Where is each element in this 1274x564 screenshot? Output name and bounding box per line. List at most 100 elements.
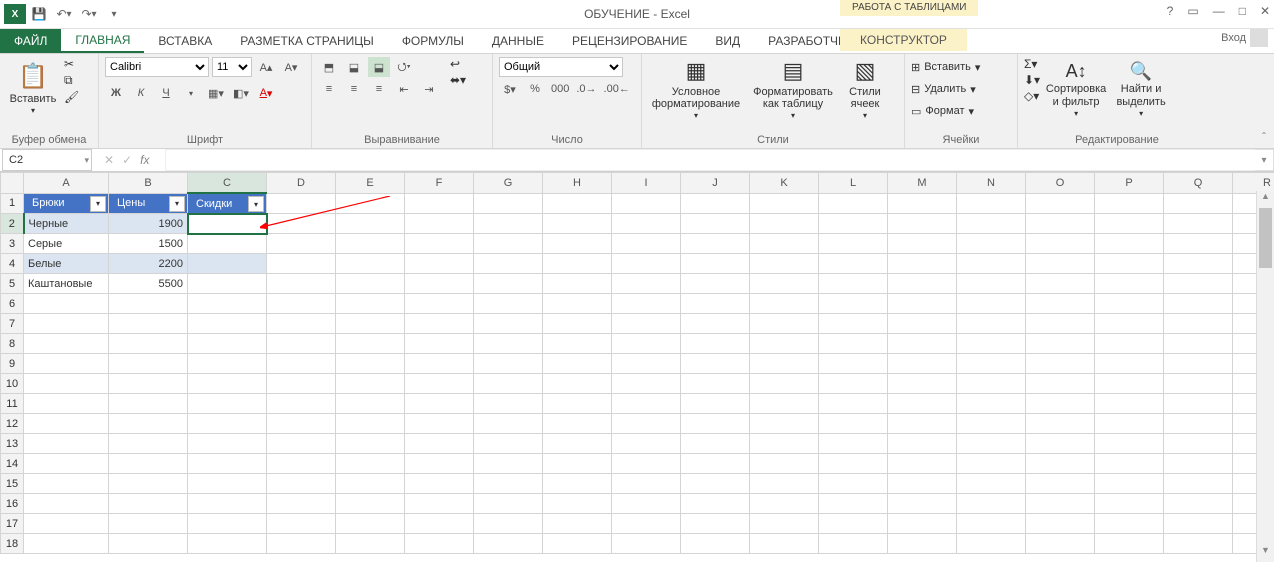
cell-O12[interactable]: [1026, 414, 1095, 434]
find-select-button[interactable]: 🔍 Найти и выделить▾: [1112, 57, 1170, 123]
excel-app-icon[interactable]: X: [4, 4, 26, 24]
cell-H13[interactable]: [543, 434, 612, 454]
cell-Q17[interactable]: [1164, 514, 1233, 534]
paste-button[interactable]: 📋 Вставить ▾: [6, 57, 60, 123]
copy-icon[interactable]: ⧉: [64, 73, 79, 88]
row-header-12[interactable]: 12: [1, 414, 24, 434]
row-header-7[interactable]: 7: [1, 314, 24, 334]
font-size-select[interactable]: 11: [212, 57, 252, 77]
cell-I8[interactable]: [612, 334, 681, 354]
col-header-J[interactable]: J: [681, 173, 750, 194]
cell-F13[interactable]: [405, 434, 474, 454]
cell-C18[interactable]: [188, 534, 267, 554]
cell-P6[interactable]: [1095, 294, 1164, 314]
cell-B11[interactable]: [109, 394, 188, 414]
cell-E6[interactable]: [336, 294, 405, 314]
cell-Q8[interactable]: [1164, 334, 1233, 354]
cell-D9[interactable]: [267, 354, 336, 374]
cell-J14[interactable]: [681, 454, 750, 474]
cell-L14[interactable]: [819, 454, 888, 474]
cell-M8[interactable]: [888, 334, 957, 354]
cell-E16[interactable]: [336, 494, 405, 514]
cell-A15[interactable]: [24, 474, 109, 494]
cell-J1[interactable]: [681, 193, 750, 214]
cell-I18[interactable]: [612, 534, 681, 554]
row-header-11[interactable]: 11: [1, 394, 24, 414]
cell-G5[interactable]: [474, 274, 543, 294]
cell-C16[interactable]: [188, 494, 267, 514]
cell-N9[interactable]: [957, 354, 1026, 374]
cell-A18[interactable]: [24, 534, 109, 554]
cell-G6[interactable]: [474, 294, 543, 314]
cell-C14[interactable]: [188, 454, 267, 474]
align-middle-icon[interactable]: ⬓: [343, 57, 365, 77]
align-left-icon[interactable]: ≡: [318, 79, 340, 99]
cell-P15[interactable]: [1095, 474, 1164, 494]
cell-J7[interactable]: [681, 314, 750, 334]
cell-F12[interactable]: [405, 414, 474, 434]
cell-K5[interactable]: [750, 274, 819, 294]
cell-K4[interactable]: [750, 254, 819, 274]
col-header-E[interactable]: E: [336, 173, 405, 194]
cell-I1[interactable]: [612, 193, 681, 214]
tab-insert[interactable]: ВСТАВКА: [144, 29, 226, 53]
cell-O11[interactable]: [1026, 394, 1095, 414]
cell-B6[interactable]: [109, 294, 188, 314]
cell-P12[interactable]: [1095, 414, 1164, 434]
cell-C17[interactable]: [188, 514, 267, 534]
cell-H17[interactable]: [543, 514, 612, 534]
row-header-9[interactable]: 9: [1, 354, 24, 374]
cell-D15[interactable]: [267, 474, 336, 494]
cell-F16[interactable]: [405, 494, 474, 514]
cell-J17[interactable]: [681, 514, 750, 534]
cell-C7[interactable]: [188, 314, 267, 334]
cell-O14[interactable]: [1026, 454, 1095, 474]
cancel-fx-icon[interactable]: ✕: [104, 153, 114, 167]
cell-D4[interactable]: [267, 254, 336, 274]
cell-J11[interactable]: [681, 394, 750, 414]
cell-styles-button[interactable]: ▧ Стили ячеек▾: [842, 57, 888, 123]
cell-O8[interactable]: [1026, 334, 1095, 354]
cell-H10[interactable]: [543, 374, 612, 394]
close-icon[interactable]: ✕: [1260, 4, 1270, 18]
cell-E1[interactable]: [336, 193, 405, 214]
vertical-scrollbar[interactable]: ▲ ▼: [1256, 191, 1274, 562]
italic-button[interactable]: К: [130, 83, 152, 103]
cell-N16[interactable]: [957, 494, 1026, 514]
cell-O6[interactable]: [1026, 294, 1095, 314]
qat-customize-icon[interactable]: ▾: [102, 3, 126, 25]
cell-L11[interactable]: [819, 394, 888, 414]
cell-L5[interactable]: [819, 274, 888, 294]
cell-M9[interactable]: [888, 354, 957, 374]
cell-M10[interactable]: [888, 374, 957, 394]
cell-A6[interactable]: [24, 294, 109, 314]
formula-input[interactable]: [165, 149, 1255, 171]
cell-L17[interactable]: [819, 514, 888, 534]
cell-J9[interactable]: [681, 354, 750, 374]
cell-A3[interactable]: Серые: [24, 234, 109, 254]
cell-D12[interactable]: [267, 414, 336, 434]
col-header-P[interactable]: P: [1095, 173, 1164, 194]
cell-C5[interactable]: [188, 274, 267, 294]
cell-O7[interactable]: [1026, 314, 1095, 334]
cell-A5[interactable]: Каштановые: [24, 274, 109, 294]
redo-icon[interactable]: ↷▾: [77, 3, 101, 25]
cell-K6[interactable]: [750, 294, 819, 314]
cell-G1[interactable]: [474, 193, 543, 214]
col-header-D[interactable]: D: [267, 173, 336, 194]
cell-N11[interactable]: [957, 394, 1026, 414]
cell-M14[interactable]: [888, 454, 957, 474]
cell-N7[interactable]: [957, 314, 1026, 334]
cell-P10[interactable]: [1095, 374, 1164, 394]
cell-F6[interactable]: [405, 294, 474, 314]
scroll-down-icon[interactable]: ▼: [1257, 545, 1274, 562]
col-header-B[interactable]: B: [109, 173, 188, 194]
cell-Q6[interactable]: [1164, 294, 1233, 314]
cell-A16[interactable]: [24, 494, 109, 514]
row-header-18[interactable]: 18: [1, 534, 24, 554]
cell-H1[interactable]: [543, 193, 612, 214]
cell-M6[interactable]: [888, 294, 957, 314]
cell-O18[interactable]: [1026, 534, 1095, 554]
cell-I10[interactable]: [612, 374, 681, 394]
comma-icon[interactable]: 000: [549, 79, 571, 99]
